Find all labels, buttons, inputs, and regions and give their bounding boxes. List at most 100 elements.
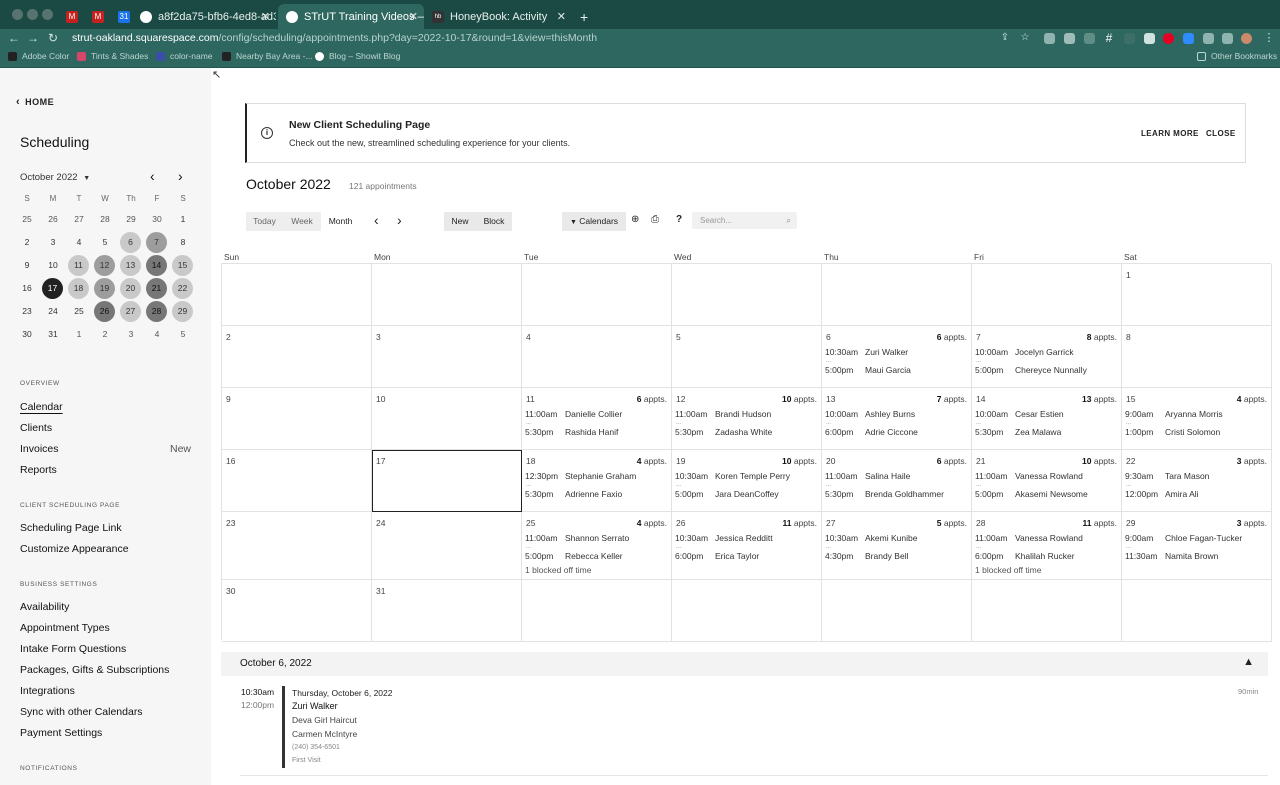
appointment-entry[interactable]: 11:00am Brandi Hudson <box>675 409 771 419</box>
mini-calendar-day[interactable]: 28 <box>146 301 167 322</box>
calendar-day-cell[interactable]: 29 3 appts. 9:00am Chloe Fagan-Tucker 11:30a… <box>1122 512 1272 580</box>
browser-tab-honeybook[interactable]: hb HoneyBook: Activity ✕ <box>424 4 572 29</box>
mini-calendar-day[interactable]: 6 <box>120 232 141 253</box>
mini-calendar-day[interactable]: 24 <box>42 301 64 321</box>
calendar-day-cell[interactable]: 30 <box>222 580 372 642</box>
calendar-day-cell[interactable]: 25 4 appts. 11:00am Shannon Serrato 5:00pm Re… <box>522 512 672 580</box>
bookmark-item[interactable]: Tints & Shades <box>77 51 148 61</box>
mini-calendar-day[interactable]: 13 <box>120 255 141 276</box>
appointment-entry[interactable]: 10:30am Zuri Walker <box>825 347 908 357</box>
pinterest-icon[interactable] <box>1163 33 1174 44</box>
calendar-day-cell[interactable] <box>822 264 972 326</box>
appointment-entry[interactable]: 5:00pm Chereyce Nunnally <box>975 365 1087 375</box>
mini-calendar-day[interactable]: 12 <box>94 255 115 276</box>
browser-tab-doc[interactable]: a8f2da75-bfb6-4ed8-ad3c-9b✕ <box>132 4 276 29</box>
calendar-day-cell[interactable]: 31 <box>372 580 522 642</box>
mini-calendar-day[interactable]: 31 <box>42 324 64 344</box>
mini-calendar-day[interactable]: 26 <box>42 209 64 229</box>
calendar-day-cell[interactable] <box>222 264 372 326</box>
appointment-entry[interactable]: 9:30am Tara Mason <box>1125 471 1209 481</box>
calendar-day-cell[interactable]: 22 3 appts. 9:30am Tara Mason 12:00pm Amira A… <box>1122 450 1272 512</box>
mini-calendar-day[interactable]: 10 <box>42 255 64 275</box>
bookmark-item[interactable]: Nearby Bay Area -... <box>222 51 313 61</box>
mini-calendar-day[interactable]: 5 <box>172 324 194 344</box>
sidebar-item-payment-settings[interactable]: Payment Settings <box>20 727 102 739</box>
bookmark-item[interactable]: Blog – Showit Blog <box>315 51 400 61</box>
appointment-entry[interactable]: 5:30pm Zea Malawa <box>975 427 1061 437</box>
appointment-entry[interactable]: 10:00am Cesar Estien <box>975 409 1064 419</box>
zoom-icon[interactable]: ⊕ <box>631 214 639 225</box>
calendar-day-cell[interactable]: 13 7 appts. 10:00am Ashley Burns 6:00pm Adrie… <box>822 388 972 450</box>
zoom-icon[interactable] <box>1183 33 1194 44</box>
calendar-day-cell[interactable] <box>822 580 972 642</box>
calendar-day-cell[interactable] <box>522 264 672 326</box>
mini-calendar-next[interactable]: › <box>178 168 183 184</box>
close-icon[interactable]: ✕ <box>557 10 566 23</box>
calendar-day-cell[interactable] <box>522 580 672 642</box>
day-detail-header[interactable]: October 6, 2022 ▲ <box>221 652 1268 676</box>
mini-calendar-day[interactable]: 3 <box>120 324 142 344</box>
calendar-day-cell[interactable]: 5 <box>672 326 822 388</box>
mini-calendar-day[interactable]: 3 <box>42 232 64 252</box>
today-button[interactable]: Today <box>246 212 283 231</box>
extension-icon[interactable] <box>1064 33 1075 44</box>
mini-calendar-day[interactable]: 1 <box>68 324 90 344</box>
mini-calendar-day[interactable]: 30 <box>146 209 168 229</box>
browser-tab-strut[interactable]: STrUT Training Videos — STrUT✕ <box>278 4 424 29</box>
calendar-day-cell[interactable] <box>672 264 822 326</box>
appointment-entry[interactable]: 6:00pm Erica Taylor <box>675 551 759 561</box>
profile-avatar[interactable] <box>1241 33 1252 44</box>
print-icon[interactable]: ⎙ <box>651 214 659 225</box>
calendar-day-cell[interactable]: 21 10 appts. 11:00am Vanessa Rowland 5:00pm A… <box>972 450 1122 512</box>
appointment-entry[interactable]: 11:00am Shannon Serrato <box>525 533 629 543</box>
mini-calendar-day[interactable]: 2 <box>94 324 116 344</box>
window-close-dot[interactable] <box>12 9 23 20</box>
bookmark-item[interactable]: color-name <box>156 51 213 61</box>
appointment-entry[interactable]: 5:00pm Jara DeanCoffey <box>675 489 779 499</box>
chevron-up-icon[interactable]: ▲ <box>1243 656 1254 668</box>
appointment-entry[interactable]: 9:00am Chloe Fagan-Tucker <box>1125 533 1242 543</box>
mini-calendar-day[interactable]: 19 <box>94 278 115 299</box>
mini-calendar-day[interactable]: 2 <box>16 232 38 252</box>
mini-calendar-day[interactable]: 1 <box>172 209 194 229</box>
forward-icon[interactable]: → <box>26 30 40 46</box>
mini-calendar-day[interactable]: 7 <box>146 232 167 253</box>
sidebar-item-sync-calendars[interactable]: Sync with other Calendars <box>20 706 143 718</box>
appointment-entry[interactable]: 5:30pm Zadasha White <box>675 427 772 437</box>
bookmark-item[interactable]: Adobe Color <box>8 51 69 61</box>
mini-calendar-day[interactable]: 27 <box>68 209 90 229</box>
home-link[interactable]: ‹ HOME <box>16 96 54 108</box>
appointment-entry[interactable]: 11:00am Salina Haile <box>825 471 910 481</box>
appointment-entry[interactable]: 1:00pm Cristi Solomon <box>1125 427 1220 437</box>
mini-calendar-day[interactable]: 25 <box>16 209 38 229</box>
close-icon[interactable]: ✕ <box>409 10 418 23</box>
mini-calendar-day[interactable]: 30 <box>16 324 38 344</box>
bookmark-star-icon[interactable]: ☆ <box>1018 30 1032 46</box>
mini-calendar-day[interactable]: 29 <box>172 301 193 322</box>
new-appointment-button[interactable]: New <box>444 212 476 231</box>
appointment-entry[interactable]: 5:30pm Rashida Hanif <box>525 427 618 437</box>
mini-calendar-day[interactable]: 22 <box>172 278 193 299</box>
blocked-time-note[interactable]: 1 blocked off time <box>525 565 591 575</box>
appointment-entry[interactable]: 9:00am Aryanna Morris <box>1125 409 1223 419</box>
close-banner-button[interactable]: CLOSE <box>1206 129 1236 138</box>
calendar-day-cell[interactable] <box>972 264 1122 326</box>
mini-calendar-day[interactable]: 26 <box>94 301 115 322</box>
sidebar-item-scheduling-page-link[interactable]: Scheduling Page Link <box>20 522 122 534</box>
calendar-day-cell[interactable]: 66 appts. 10:30am Zuri Walker 5:00pm Maui Ga… <box>822 326 972 388</box>
appointment-entry[interactable]: 5:00pm Akasemi Newsome <box>975 489 1088 499</box>
sidebar-item-availability[interactable]: Availability <box>20 601 69 613</box>
appointment-entry[interactable]: 12:00pm Amira Ali <box>1125 489 1199 499</box>
appointment-entry[interactable]: 5:30pm Brenda Goldhammer <box>825 489 944 499</box>
appointment-entry[interactable]: 12:30pm Stephanie Graham <box>525 471 636 481</box>
mini-calendar-day[interactable]: 17 <box>42 278 63 299</box>
mini-calendar-month-select[interactable]: October 2022 ▼ <box>20 172 90 183</box>
sidebar-item-calendar[interactable]: Calendar <box>20 401 63 413</box>
mini-calendar-day[interactable]: 8 <box>172 232 194 252</box>
browser-tab-calendar[interactable]: 31 <box>110 4 132 29</box>
calendar-day-cell[interactable]: 12 10 appts. 11:00am Brandi Hudson 5:30pm Zad… <box>672 388 822 450</box>
reload-icon[interactable]: ↻ <box>46 30 60 46</box>
mini-calendar-day[interactable]: 27 <box>120 301 141 322</box>
sidebar-item-intake-form[interactable]: Intake Form Questions <box>20 643 126 655</box>
appointment-entry[interactable]: 11:00am Vanessa Rowland <box>975 471 1083 481</box>
